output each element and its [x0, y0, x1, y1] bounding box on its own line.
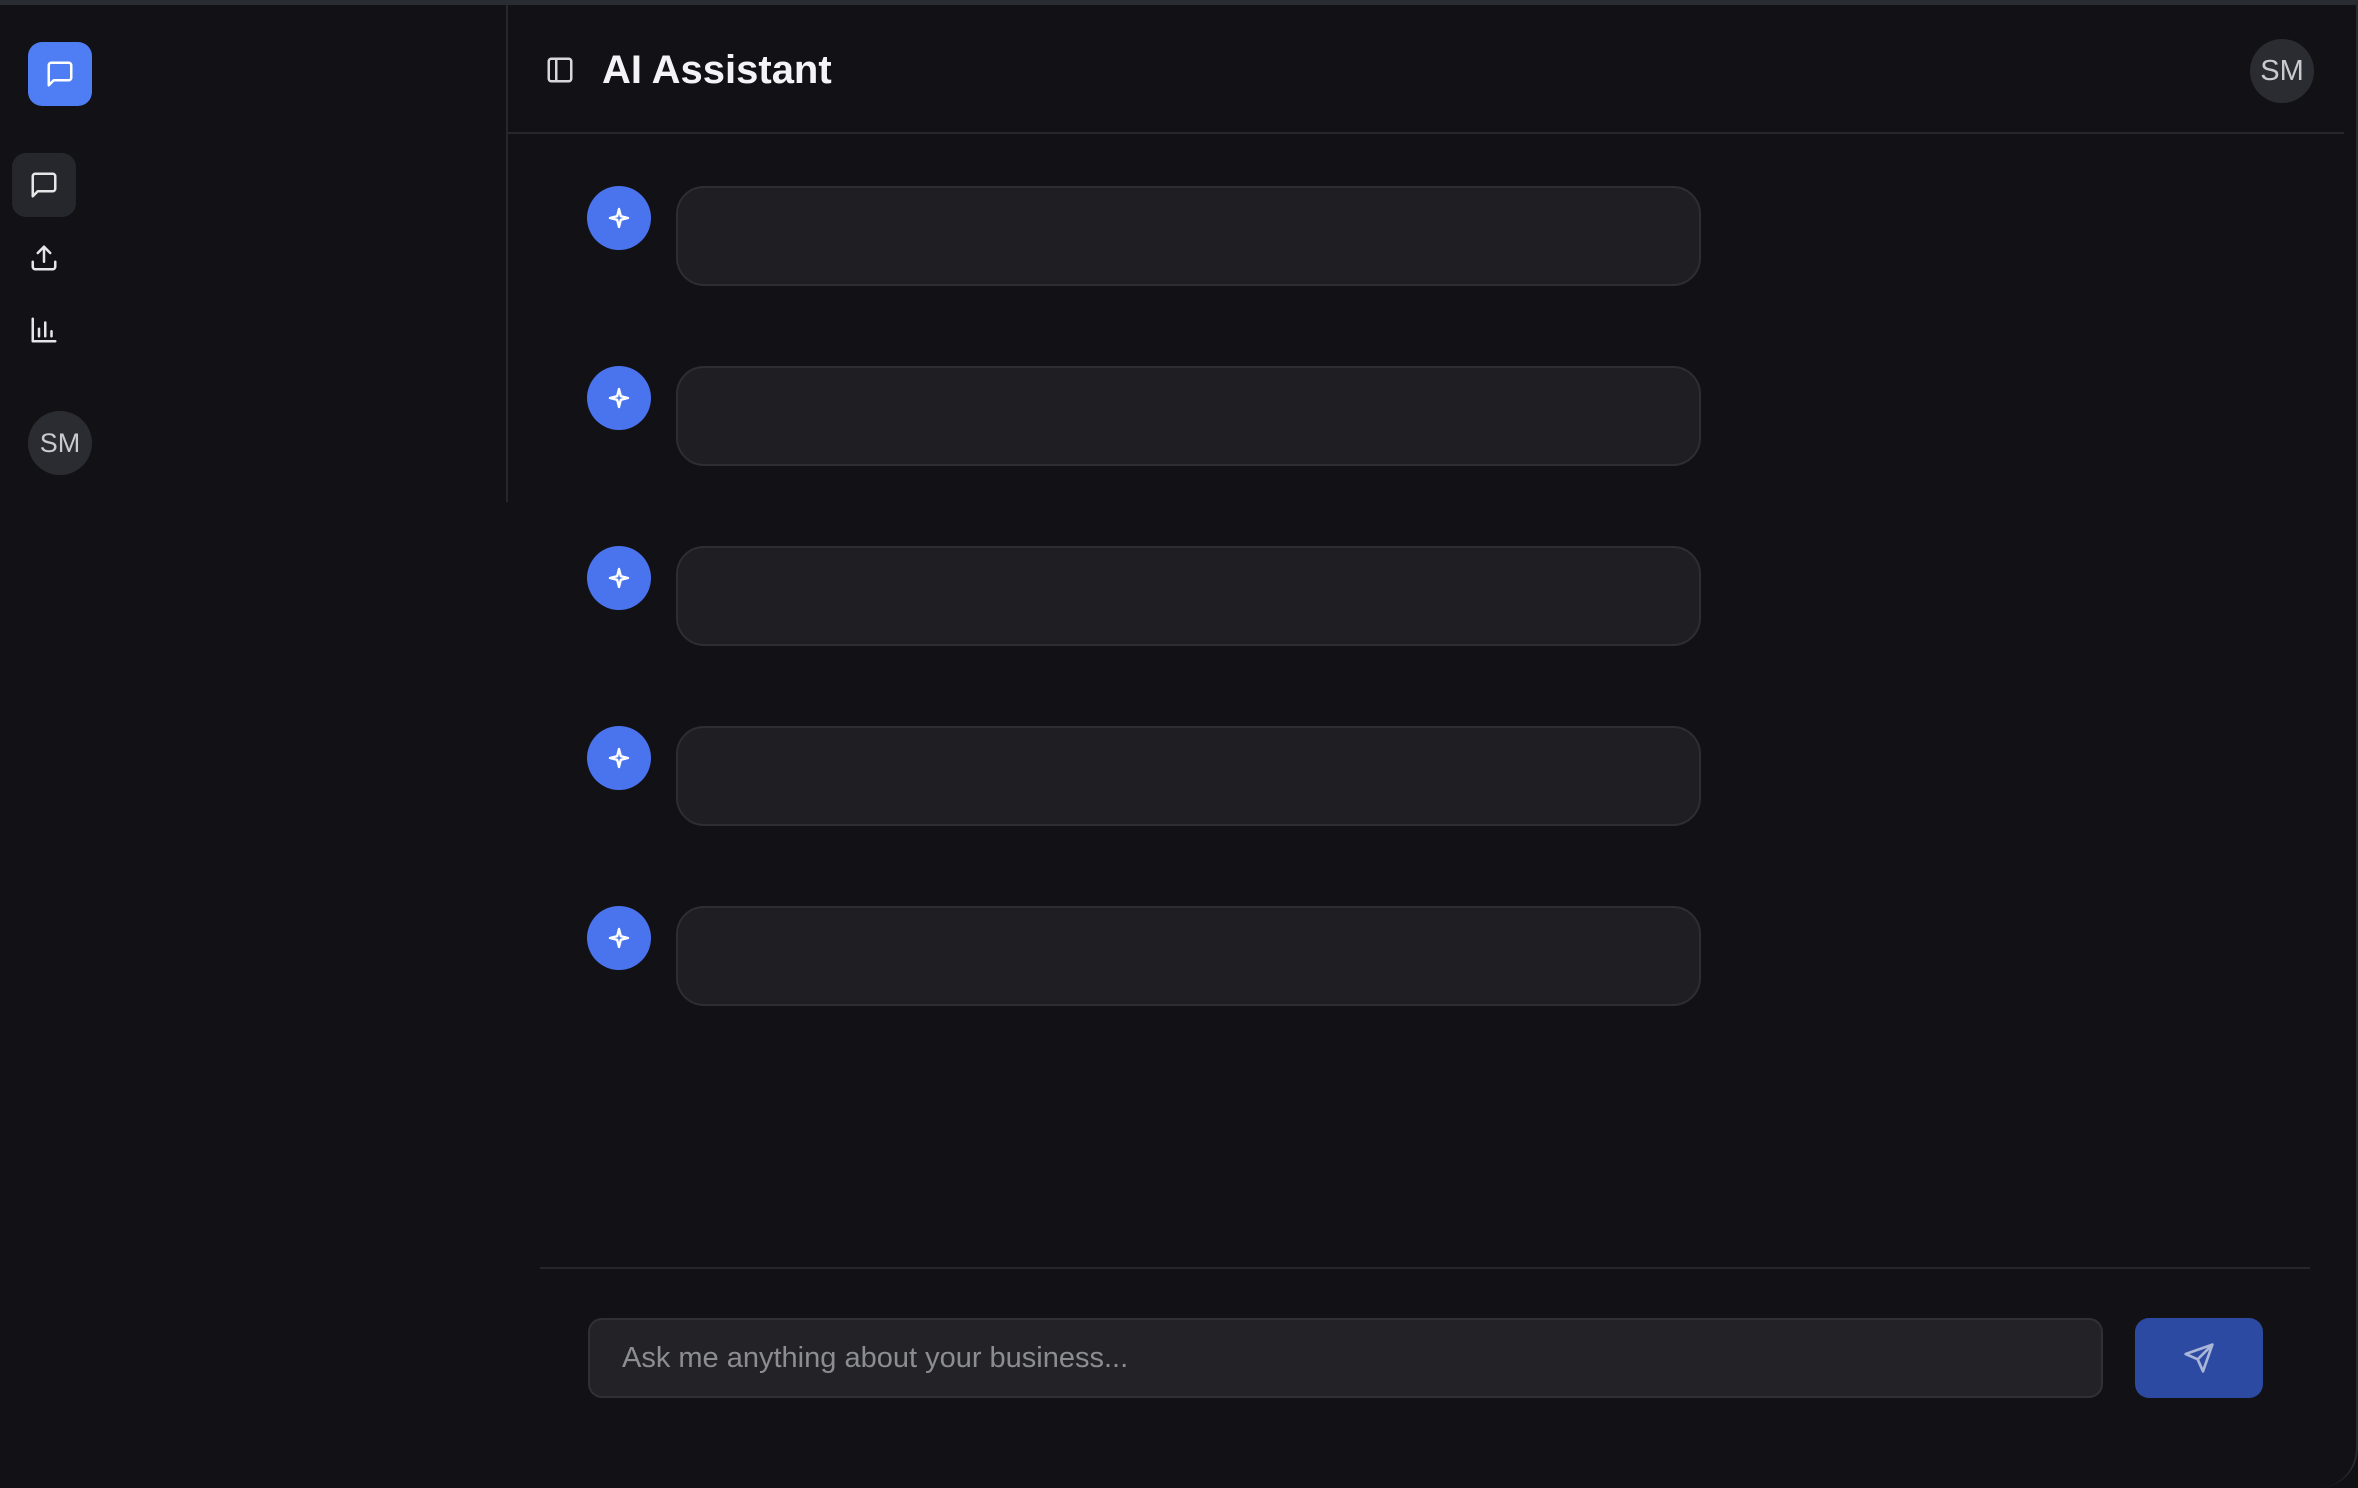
avatar-initials: SM	[2260, 54, 2304, 87]
page-title: AI Assistant	[602, 48, 832, 92]
message-row	[587, 546, 1702, 646]
sidebar-user-avatar[interactable]: SM	[28, 411, 92, 475]
sidebar-item-analytics[interactable]	[12, 298, 76, 362]
sparkle-icon	[608, 207, 630, 229]
message-square-icon	[31, 172, 57, 198]
message-row	[587, 186, 1702, 286]
message-bubble	[676, 366, 1701, 466]
assistant-avatar	[587, 366, 651, 430]
message-bubble	[676, 186, 1701, 286]
bar-chart-icon	[31, 317, 57, 343]
app-window: SM AI Assistant SM	[0, 0, 2358, 1488]
composer-divider	[540, 1267, 2310, 1269]
message-row	[587, 366, 1702, 466]
send-button[interactable]	[2135, 1318, 2263, 1398]
message-row	[587, 726, 1702, 826]
message-square-icon	[47, 61, 73, 87]
assistant-avatar	[587, 906, 651, 970]
header-user-avatar[interactable]: SM	[2250, 39, 2314, 103]
assistant-avatar	[587, 546, 651, 610]
send-icon	[2184, 1343, 2214, 1373]
panel-left-icon	[547, 57, 573, 83]
sparkle-icon	[608, 927, 630, 949]
message-row	[587, 906, 1702, 1006]
sparkle-icon	[608, 747, 630, 769]
sparkle-icon	[608, 387, 630, 409]
sidebar-toggle-button[interactable]	[544, 54, 576, 86]
avatar-initials: SM	[39, 427, 81, 458]
assistant-avatar	[587, 186, 651, 250]
chat-input[interactable]	[588, 1318, 2103, 1398]
sparkle-icon	[608, 567, 630, 589]
assistant-avatar	[587, 726, 651, 790]
app-logo-button[interactable]	[28, 42, 92, 106]
message-bubble	[676, 906, 1701, 1006]
sidebar-item-upload[interactable]	[12, 226, 76, 290]
chat-header: AI Assistant SM	[508, 5, 2344, 134]
sidebar-item-chat[interactable]	[12, 153, 76, 217]
message-bubble	[676, 726, 1701, 826]
upload-icon	[31, 245, 57, 271]
message-bubble	[676, 546, 1701, 646]
